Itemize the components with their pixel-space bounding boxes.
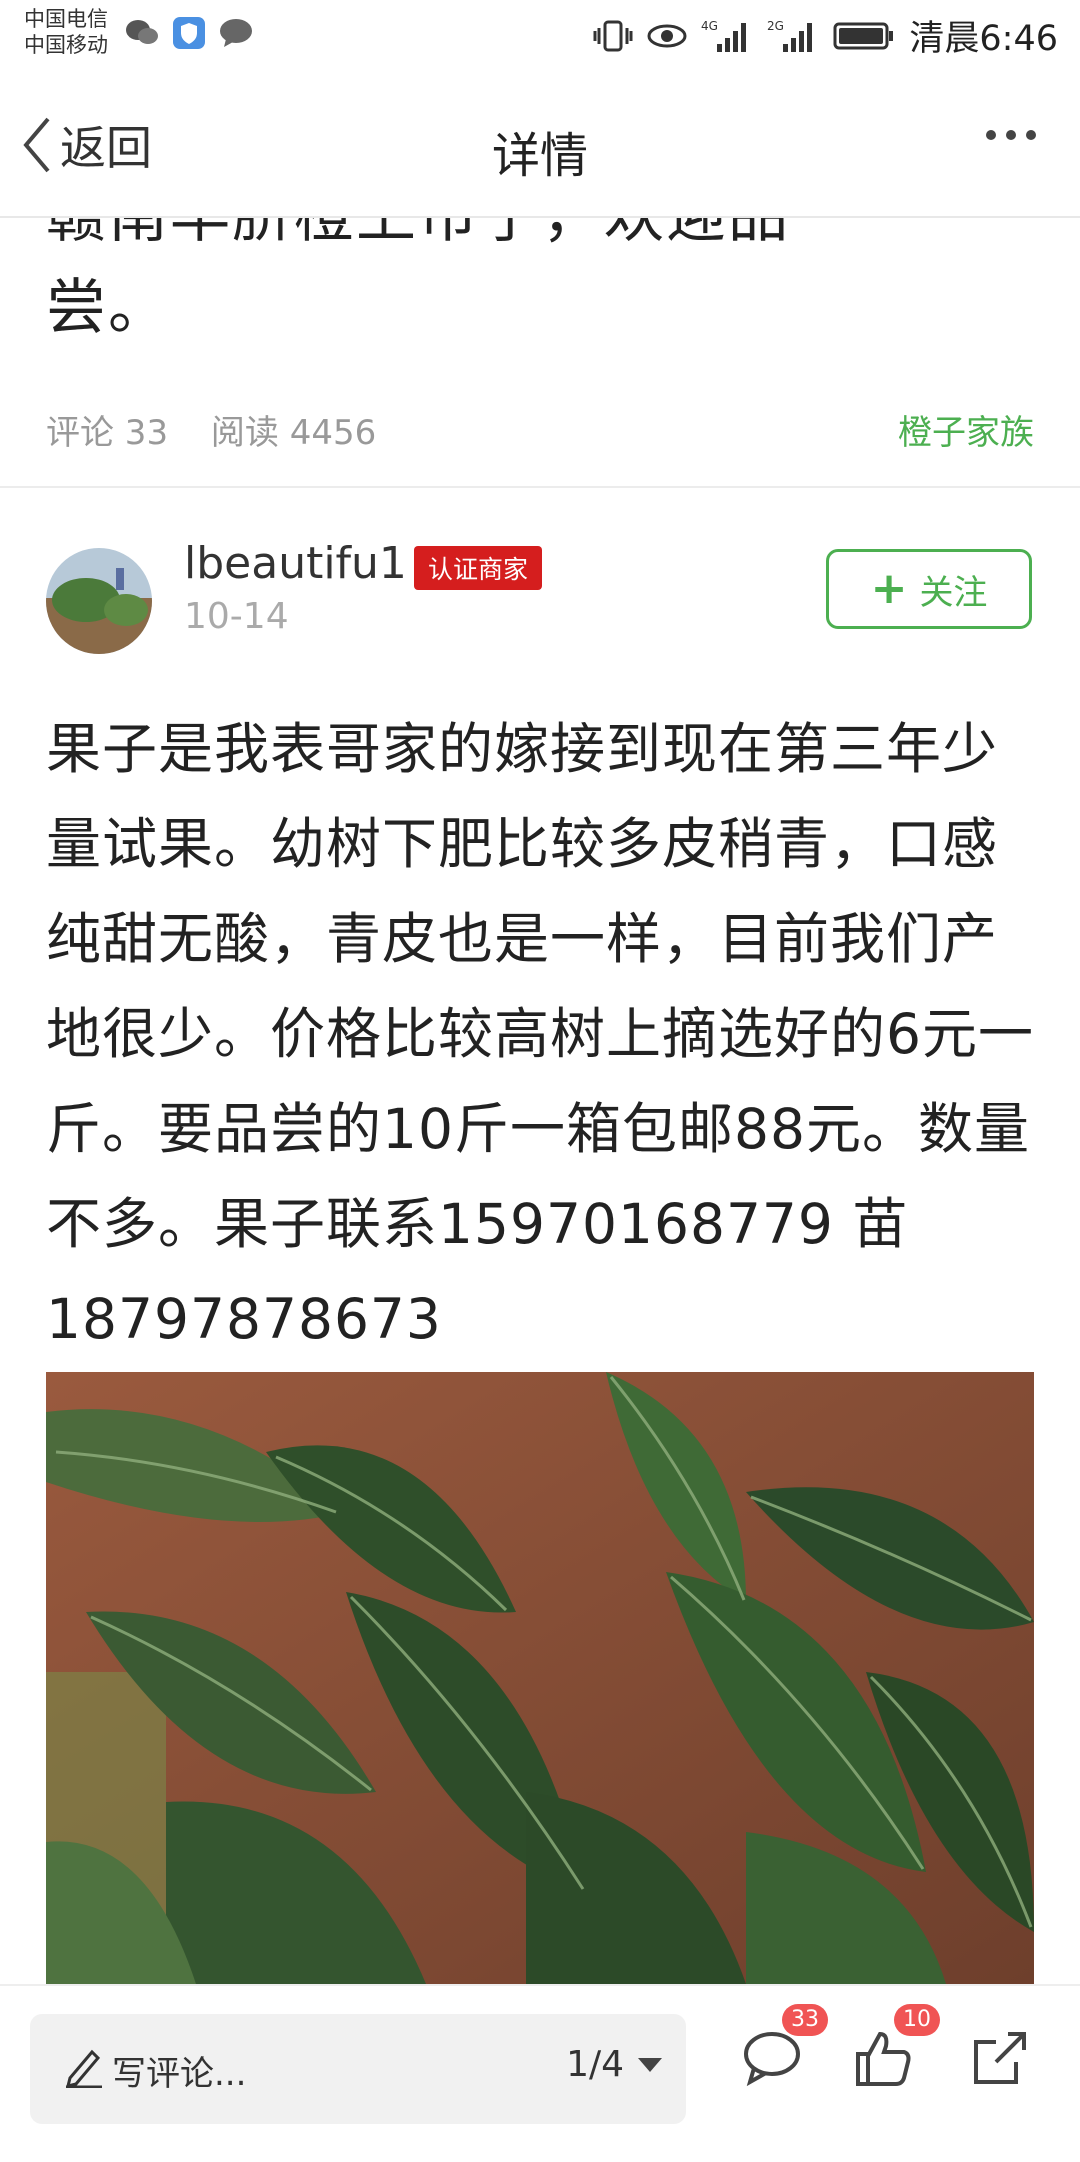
share-icon	[974, 2032, 1026, 2084]
vibrate-icon	[593, 20, 633, 51]
group-link[interactable]: 橙子家族	[898, 405, 1034, 454]
wechat-icon	[126, 20, 158, 44]
more-dot-icon	[1006, 130, 1016, 140]
avatar[interactable]	[46, 548, 152, 654]
post-body-text: 果子是我表哥家的嫁接到现在第三年少量试果。幼树下肥比较多皮稍青，口感纯甜无酸，青…	[46, 717, 1034, 1351]
status-bar: 中国电信 中国移动 4G 2G 清晨6:46	[0, 0, 1080, 70]
battery-icon	[833, 22, 894, 49]
notification-icons	[124, 16, 254, 50]
follow-label: 关注	[919, 572, 988, 613]
comment-placeholder: 写评论...	[112, 2054, 247, 2094]
share-button[interactable]	[968, 2026, 1038, 2096]
like-count-badge: 10	[894, 2004, 940, 2036]
follow-button[interactable]: + 关注	[826, 549, 1032, 629]
dropdown-arrow-icon	[638, 2057, 662, 2072]
signal-2g-icon: 2G	[767, 19, 813, 52]
carrier-2: 中国移动	[24, 33, 108, 57]
pencil-icon	[65, 2049, 102, 2088]
eye-comfort-icon	[647, 24, 687, 47]
post-image[interactable]	[46, 1372, 1034, 1984]
more-dot-icon	[986, 130, 996, 140]
comments-button[interactable]: 33	[740, 2004, 828, 2096]
message-icon	[220, 19, 252, 47]
comment-count-badge: 33	[782, 2004, 828, 2036]
read-count-label: 阅读 4456	[210, 413, 377, 453]
comment-count-label: 评论 33	[46, 413, 169, 453]
carrier-1: 中国电信	[24, 7, 108, 31]
svg-text:4G: 4G	[701, 19, 718, 33]
plus-icon: +	[870, 563, 908, 614]
more-options-button[interactable]	[986, 130, 1036, 140]
divider	[0, 486, 1080, 488]
status-indicators: 4G 2G 清晨6:46	[593, 10, 1058, 61]
bottom-action-bar: 写评论... 1/4 33 10	[0, 1984, 1080, 2162]
like-button[interactable]: 10	[852, 2004, 940, 2096]
clock: 清晨6:46	[909, 19, 1058, 59]
more-dot-icon	[1026, 130, 1036, 140]
post-meta: 评论 33 阅读 4456 橙子家族	[46, 405, 1034, 454]
comment-input[interactable]: 写评论... 1/4	[30, 2014, 686, 2124]
page-title: 详情	[491, 128, 588, 184]
page-indicator[interactable]: 1/4	[566, 2044, 662, 2085]
page-indicator-label: 1/4	[566, 2044, 624, 2085]
signal-4g-icon: 4G	[701, 19, 747, 52]
post-title-line-2: 尝。	[46, 273, 170, 343]
navigation-bar: 返回 详情	[0, 70, 1080, 218]
post-date: 10-14	[184, 596, 289, 637]
shield-app-icon	[173, 17, 205, 49]
svg-text:2G: 2G	[767, 19, 784, 33]
carrier-info: 中国电信 中国移动	[24, 6, 108, 58]
author-name[interactable]: lbeautifu1	[184, 538, 407, 589]
verified-merchant-badge: 认证商家	[414, 546, 543, 590]
